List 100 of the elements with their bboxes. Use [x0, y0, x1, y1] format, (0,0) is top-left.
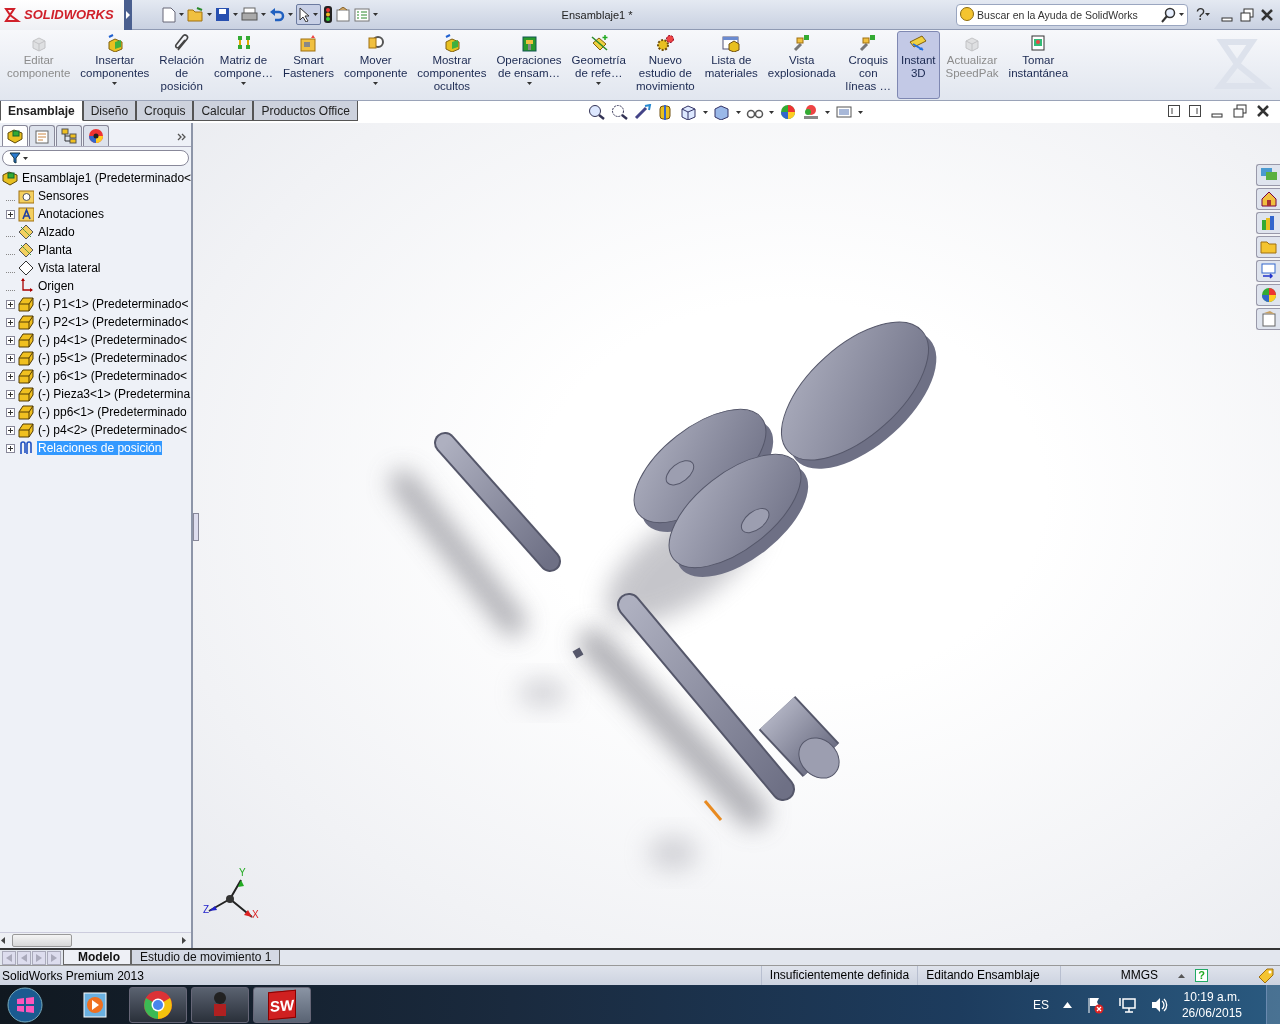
tree-item[interactable]: (-) pp6<1> (Predeterminado	[37, 405, 188, 419]
caret-icon[interactable]	[207, 13, 212, 16]
checklist-icon[interactable]	[354, 7, 370, 22]
tree-item[interactable]: Alzado	[37, 225, 76, 239]
tab[interactable]: Calcular	[193, 101, 254, 121]
toolbar-button[interactable]: Matriz de compone…	[210, 31, 277, 99]
expand-toggle[interactable]	[6, 389, 15, 399]
tree-item[interactable]: (-) P2<1> (Predeterminado<	[37, 315, 190, 329]
tag-icon[interactable]	[1258, 967, 1274, 984]
print-icon[interactable]	[241, 7, 258, 22]
task-pane-tab[interactable]	[1256, 188, 1280, 210]
taskbar-app[interactable]: SW	[253, 986, 311, 1023]
media-player-icon[interactable]	[81, 990, 107, 1019]
expand-toggle[interactable]	[6, 335, 15, 345]
help-search-field[interactable]: Buscar en la Ayuda de SolidWorks	[956, 3, 1189, 26]
help-button[interactable]: ?	[1196, 5, 1205, 24]
expand-toggle[interactable]	[6, 425, 15, 435]
tree-item[interactable]: (-) p4<2> (Predeterminado<	[37, 423, 189, 437]
expand-toggle[interactable]	[6, 299, 15, 309]
toolbar-button[interactable]: Geometría de refe…	[567, 31, 630, 99]
toolbar-button[interactable]: Lista de materiales	[700, 31, 762, 99]
zoom-area-icon[interactable]	[610, 104, 629, 120]
toolbar-button[interactable]: Operaciones de ensam…	[492, 31, 566, 99]
close-icon[interactable]	[1260, 7, 1274, 22]
splitter-handle[interactable]	[193, 513, 199, 541]
network-icon[interactable]	[1117, 995, 1136, 1014]
tab[interactable]: Ensamblaje	[0, 101, 83, 121]
caret-icon[interactable]	[288, 13, 293, 16]
tile-left-icon[interactable]	[1168, 105, 1180, 117]
caret-icon[interactable]	[179, 13, 184, 16]
language-indicator[interactable]: ES	[1032, 997, 1049, 1012]
clock-time[interactable]: 10:19 a.m.	[1183, 989, 1241, 1004]
task-pane-tab[interactable]	[1256, 260, 1280, 282]
appearance-icon[interactable]	[778, 104, 797, 120]
toolbar-button[interactable]: Tomar instantánea	[1004, 31, 1073, 99]
flag-error-icon[interactable]	[1085, 995, 1104, 1014]
tree-item[interactable]: Origen	[37, 279, 76, 293]
tab[interactable]: Croquis	[136, 101, 194, 121]
expand-toggle[interactable]	[6, 443, 15, 453]
view-orientation-icon[interactable]	[679, 104, 698, 120]
tab[interactable]: Modelo	[63, 950, 131, 965]
scroll-left-icon[interactable]	[0, 937, 6, 944]
chevron-right-icon[interactable]	[177, 133, 187, 141]
restore-icon[interactable]	[1240, 7, 1254, 22]
caret-icon[interactable]	[824, 110, 830, 114]
caret-icon[interactable]	[233, 13, 238, 16]
toolbar-button[interactable]: Smart Fasteners	[278, 31, 339, 99]
panel-tab[interactable]	[83, 125, 109, 146]
start-orb-icon[interactable]	[7, 986, 43, 1023]
search-input[interactable]: Buscar en la Ayuda de SolidWorks	[977, 8, 1160, 21]
expand-toggle[interactable]	[6, 353, 15, 363]
restore-icon[interactable]	[1233, 104, 1247, 118]
task-pane-tab[interactable]	[1256, 284, 1280, 306]
tab[interactable]: Productos Office	[253, 101, 358, 121]
caret-icon[interactable]	[1205, 13, 1210, 16]
tree-item[interactable]: Planta	[37, 243, 74, 257]
toolbar-button[interactable]: Instant 3D	[897, 31, 940, 99]
clock-date[interactable]: 26/06/2015	[1181, 1005, 1242, 1020]
caret-icon[interactable]	[768, 110, 774, 114]
tab[interactable]: Diseño	[82, 101, 137, 121]
panel-tab[interactable]	[2, 125, 28, 146]
caret-icon[interactable]	[702, 110, 708, 114]
tree-item[interactable]: (-) p6<1> (Predeterminado<	[37, 369, 189, 383]
expand-toggle[interactable]	[6, 371, 15, 381]
pointer-icon[interactable]	[299, 7, 311, 22]
traffic-light-icon[interactable]	[324, 6, 332, 23]
undo-icon[interactable]	[269, 7, 285, 22]
caret-icon[interactable]	[857, 110, 863, 114]
close-icon[interactable]	[1256, 104, 1270, 118]
scene-icon[interactable]	[801, 104, 820, 120]
clipboard-icon[interactable]	[335, 7, 351, 22]
caret-icon[interactable]	[313, 13, 318, 16]
tree-item[interactable]: (-) P1<1> (Predeterminado<	[37, 297, 190, 311]
taskbar-app[interactable]	[129, 986, 187, 1023]
expand-arrow-icon[interactable]	[124, 0, 132, 30]
task-pane-tab[interactable]	[1256, 212, 1280, 234]
tree-item[interactable]: Vista lateral	[37, 261, 102, 275]
caret-icon[interactable]	[735, 110, 741, 114]
filter-field[interactable]	[2, 150, 189, 166]
save-icon[interactable]	[215, 7, 230, 22]
expand-toggle[interactable]	[6, 407, 15, 417]
tab[interactable]: Estudio de movimiento 1	[131, 950, 281, 965]
tree-item[interactable]: (-) p5<1> (Predeterminado<	[37, 351, 189, 365]
caret-icon[interactable]	[261, 13, 266, 16]
toolbar-button[interactable]: Mover componente	[340, 31, 412, 99]
display-style-icon[interactable]	[712, 104, 731, 120]
scrollbar-thumb[interactable]	[12, 934, 72, 947]
toolbar-button[interactable]: Relación de posición	[155, 31, 209, 99]
up-triangle-icon[interactable]	[1178, 973, 1185, 978]
toolbar-button[interactable]: Vista explosionada	[763, 31, 840, 99]
expand-toggle[interactable]	[6, 317, 15, 327]
previous-view-icon[interactable]	[633, 104, 652, 120]
toolbar-button[interactable]: Insertar componentes	[76, 31, 154, 99]
zoom-to-fit-icon[interactable]	[587, 104, 606, 120]
toolbar-button[interactable]: Croquis con líneas …	[841, 31, 895, 99]
tree-item[interactable]: Anotaciones	[37, 207, 106, 221]
toolbar-button[interactable]: Nuevo estudio de movimiento	[631, 31, 699, 99]
expand-toggle[interactable]	[6, 209, 15, 219]
tree-item[interactable]: (-) p4<1> (Predeterminado<	[37, 333, 189, 347]
tile-right-icon[interactable]	[1189, 105, 1201, 117]
